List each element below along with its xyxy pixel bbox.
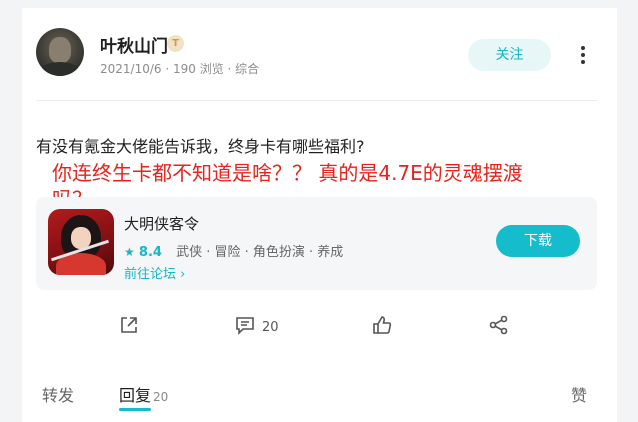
post-meta: 2021/10/6 · 190 浏览 · 综合 <box>100 62 260 76</box>
game-icon[interactable] <box>48 209 114 275</box>
tab-repost[interactable]: 转发 <box>42 382 74 406</box>
post-question: 有没有氪金大佬能告诉我，终身卡有哪些福利? <box>36 137 365 156</box>
tab-like[interactable]: 赞 <box>571 382 587 406</box>
tab-reply-label: 回复 <box>119 386 152 405</box>
divider <box>36 100 597 101</box>
tab-reply[interactable]: 回复 20 <box>119 382 168 406</box>
game-info: ★ 8.4 武侠 · 冒险 · 角色扮演 · 养成 <box>124 241 343 260</box>
tab-reply-count: 20 <box>153 390 169 404</box>
post-card: 叶秋山门 T 2021/10/6 · 190 浏览 · 综合 关注 有没有氪金大… <box>22 8 617 422</box>
share-out-icon[interactable] <box>118 314 140 340</box>
tab-bar: 转发 回复 20 赞 <box>22 378 617 422</box>
game-card[interactable]: 大明侠客令 ★ 8.4 武侠 · 冒险 · 角色扮演 · 养成 前往论坛 › 下… <box>36 197 597 290</box>
forum-link[interactable]: 前往论坛 › <box>124 263 185 282</box>
share-icon[interactable] <box>488 314 510 340</box>
tab-active-indicator <box>119 408 151 411</box>
action-bar: 20 <box>22 314 617 340</box>
game-rating: 8.4 <box>138 245 162 260</box>
thumbs-up-icon[interactable] <box>371 314 393 340</box>
game-tags: 武侠 · 冒险 · 角色扮演 · 养成 <box>176 245 344 260</box>
author-badge-icon: T <box>167 35 184 52</box>
game-title[interactable]: 大明侠客令 <box>124 213 199 234</box>
comment-icon[interactable] <box>234 314 256 340</box>
comment-count: 20 <box>262 320 279 335</box>
follow-button[interactable]: 关注 <box>468 39 551 71</box>
avatar[interactable] <box>36 28 84 76</box>
download-button[interactable]: 下载 <box>496 225 580 257</box>
author-name[interactable]: 叶秋山门 <box>100 32 168 57</box>
star-icon: ★ <box>124 245 135 259</box>
more-icon[interactable] <box>575 44 591 68</box>
